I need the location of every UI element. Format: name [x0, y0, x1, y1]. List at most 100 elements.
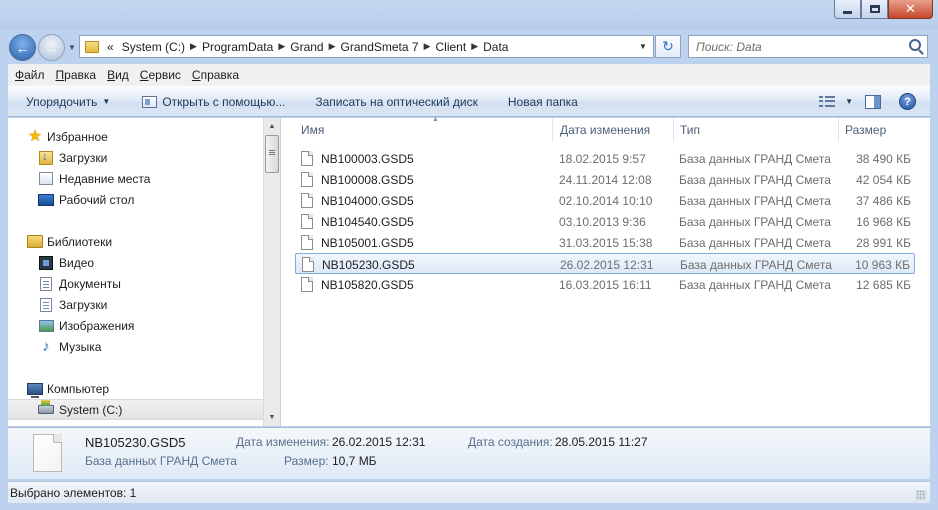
column-header-name[interactable]: Имя ▲ — [295, 116, 553, 142]
resize-grip-icon[interactable] — [916, 490, 926, 500]
scroll-down-icon[interactable]: ▼ — [264, 409, 280, 426]
new-folder-label: Новая папка — [507, 94, 578, 109]
navigation-scrollbar[interactable]: ▲ ▼ — [263, 118, 280, 426]
file-name: NB100003.GSD5 — [321, 151, 414, 166]
downloads-folder-icon — [38, 149, 54, 166]
breadcrumb-separator-icon[interactable]: ▶ — [277, 41, 286, 52]
sidebar-item-images[interactable]: Изображения — [8, 315, 263, 336]
sidebar-libraries[interactable]: Библиотеки — [8, 231, 263, 252]
back-button[interactable]: ← — [9, 34, 36, 61]
sidebar-item-downloads-fav[interactable]: Загрузки — [8, 147, 263, 168]
sidebar-item-downloads-lib[interactable]: Загрузки — [8, 294, 263, 315]
sidebar-item-documents[interactable]: Документы — [8, 273, 263, 294]
sidebar-item-music[interactable]: ♪ Музыка — [8, 336, 263, 357]
file-name-cell: NB100003.GSD5 — [301, 148, 414, 169]
search-box[interactable] — [688, 35, 928, 58]
menu-view[interactable]: Вид — [102, 68, 134, 82]
chevron-down-icon: ▼ — [102, 97, 111, 106]
menu-file[interactable]: Файл — [10, 68, 50, 82]
refresh-button[interactable]: ↻ — [655, 35, 681, 58]
recent-pages-dropdown[interactable]: ▼ — [66, 41, 78, 53]
folder-icon — [85, 40, 99, 53]
breadcrumb-data[interactable]: Data — [479, 40, 512, 54]
sidebar-favorites[interactable]: ★ Избранное — [8, 126, 263, 147]
breadcrumb-separator-icon[interactable]: ▶ — [328, 41, 337, 52]
sidebar-item-desktop[interactable]: Рабочий стол — [8, 189, 263, 210]
scroll-up-icon[interactable]: ▲ — [264, 118, 280, 135]
file-date: 26.02.2015 12:31 — [560, 257, 654, 272]
file-row[interactable]: NB100003.GSD5 18.02.2015 9:57 База данны… — [295, 148, 915, 169]
file-icon — [301, 151, 313, 166]
breadcrumb-programdata[interactable]: ProgramData — [198, 40, 277, 54]
chevron-down-icon: ▼ — [639, 42, 647, 51]
column-header-size[interactable]: Размер — [839, 118, 915, 142]
file-row[interactable]: NB100008.GSD5 24.11.2014 12:08 База данн… — [295, 169, 915, 190]
address-bar[interactable]: « System (C:) ▶ ProgramData ▶ Grand ▶ Gr… — [79, 35, 654, 58]
breadcrumb-separator-icon[interactable]: ▶ — [189, 41, 198, 52]
search-icon[interactable] — [909, 39, 921, 51]
sidebar-computer[interactable]: Компьютер — [8, 378, 263, 399]
breadcrumb-grandsmeta7[interactable]: GrandSmeta 7 — [337, 40, 423, 54]
menu-edit[interactable]: Правка — [51, 68, 102, 82]
organize-button[interactable]: Упорядочить ▼ — [8, 90, 120, 114]
file-row[interactable]: NB104540.GSD5 03.10.2013 9:36 База данны… — [295, 211, 915, 232]
address-dropdown[interactable]: ▼ — [633, 36, 653, 57]
minimize-button[interactable] — [834, 0, 861, 19]
file-date: 18.02.2015 9:57 — [559, 151, 646, 166]
menu-help[interactable]: Справка — [187, 68, 244, 82]
file-name: NB100008.GSD5 — [321, 172, 414, 187]
sidebar-header-label: Избранное — [47, 129, 108, 144]
breadcrumb-system-c[interactable]: System (C:) — [118, 40, 189, 54]
column-header-label: Размер — [845, 123, 887, 137]
breadcrumb-overflow[interactable]: « — [103, 40, 118, 54]
new-folder-button[interactable]: Новая папка — [498, 90, 588, 114]
file-row[interactable]: NB104000.GSD5 02.10.2014 10:10 База данн… — [295, 190, 915, 211]
help-icon[interactable]: ? — [899, 93, 916, 110]
column-header-date[interactable]: Дата изменения — [554, 118, 674, 142]
documents-icon — [38, 276, 54, 292]
file-row-selected[interactable]: NB105230.GSD5 26.02.2015 12:31 База данн… — [295, 253, 915, 274]
sidebar-item-video[interactable]: Видео — [8, 252, 263, 273]
menu-tools[interactable]: Сервис — [135, 68, 186, 82]
sidebar-item-recent-places[interactable]: Недавние места — [8, 168, 263, 189]
open-with-button[interactable]: Открыть с помощью... — [132, 90, 295, 114]
details-modified-value: 26.02.2015 12:31 — [332, 435, 426, 449]
scrollbar-thumb[interactable] — [265, 135, 279, 173]
toolbar-right-group: ▼ ? — [811, 87, 930, 116]
search-input[interactable] — [689, 39, 899, 54]
forward-arrow-icon: → — [44, 39, 59, 56]
window-controls: ✕ — [834, 0, 933, 20]
preview-pane-icon[interactable] — [865, 94, 881, 109]
column-header-label: Дата изменения — [560, 123, 651, 137]
breadcrumb-grand[interactable]: Grand — [286, 40, 327, 54]
menu-accelerator: Ф — [15, 68, 25, 82]
sidebar-item-label: Изображения — [59, 318, 135, 333]
breadcrumb-separator-icon[interactable]: ▶ — [470, 41, 479, 52]
details-size-label: Размер: — [284, 454, 329, 468]
drive-icon — [38, 400, 54, 418]
breadcrumb-separator-icon[interactable]: ▶ — [423, 41, 432, 52]
column-header-type[interactable]: Тип — [674, 118, 839, 142]
sidebar-item-system-c[interactable]: System (C:) — [8, 399, 263, 420]
file-thumbnail-icon — [33, 434, 62, 472]
recent-places-icon — [38, 171, 54, 187]
menu-label: айл — [24, 68, 45, 82]
file-icon — [301, 172, 313, 187]
breadcrumb-client[interactable]: Client — [432, 40, 471, 54]
view-options-dropdown[interactable]: ▼ — [839, 97, 865, 106]
computer-icon — [27, 381, 43, 398]
sidebar-item-label: Рабочий стол — [59, 192, 135, 207]
file-icon — [301, 277, 313, 292]
details-view-icon[interactable] — [819, 95, 836, 108]
forward-button[interactable]: → — [38, 34, 65, 61]
close-button[interactable]: ✕ — [888, 0, 933, 19]
file-name: NB105230.GSD5 — [322, 257, 415, 272]
file-name: NB104000.GSD5 — [321, 193, 414, 208]
file-row[interactable]: NB105001.GSD5 31.03.2015 15:38 База данн… — [295, 232, 915, 253]
file-row[interactable]: NB105820.GSD5 16.03.2015 16:11 База данн… — [295, 274, 915, 295]
menu-accelerator: В — [107, 68, 116, 82]
burn-disc-button[interactable]: Записать на оптический диск — [305, 90, 488, 114]
file-name-cell: NB104000.GSD5 — [301, 190, 414, 211]
maximize-button[interactable] — [861, 0, 888, 19]
organize-label: Упорядочить — [26, 94, 98, 109]
